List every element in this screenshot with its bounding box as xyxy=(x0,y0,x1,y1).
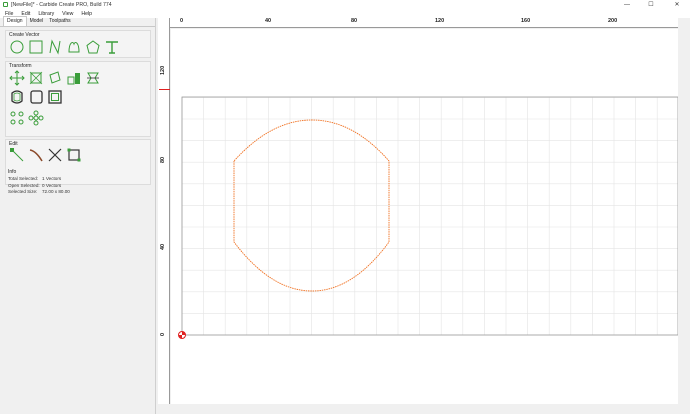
ruler-left-label-120: 120 xyxy=(160,65,166,75)
vertical-scrollbar[interactable] xyxy=(678,18,690,404)
window-title: [NewFile]* - Carbide Create PRO, Build 7… xyxy=(11,1,112,8)
top-ruler: 0 40 80 120 160 200 xyxy=(170,18,678,28)
origin-marker[interactable] xyxy=(178,331,186,339)
curve-tool-button[interactable] xyxy=(66,39,82,55)
circle-tool-button[interactable] xyxy=(9,39,25,55)
design-canvas[interactable] xyxy=(171,29,679,404)
circular-array-button[interactable] xyxy=(28,110,44,126)
join-tool-button[interactable] xyxy=(66,147,82,163)
menu-help[interactable]: Help xyxy=(81,11,92,17)
create-vector-title: Create Vector xyxy=(9,32,40,38)
create-vector-group: Create Vector xyxy=(5,30,151,58)
left-ruler: 120 80 40 0 xyxy=(158,18,170,404)
node-edit-icon xyxy=(10,148,24,162)
ruler-top-label-160: 160 xyxy=(521,18,531,24)
tab-model[interactable]: Model xyxy=(27,17,47,26)
title-bar: [NewFile]* - Carbide Create PRO, Build 7… xyxy=(0,0,690,9)
rotate-icon xyxy=(49,71,61,84)
info-title: Info xyxy=(8,169,17,175)
scale-tool-button[interactable] xyxy=(28,70,44,86)
ruler-left-label-80: 80 xyxy=(160,156,166,163)
node-edit-button[interactable] xyxy=(9,147,25,163)
move-arrows-icon xyxy=(9,70,25,86)
trim-tool-button[interactable] xyxy=(47,147,63,163)
menu-bar: File Edit Library View Help xyxy=(0,9,690,18)
canvas-drawing xyxy=(178,96,679,339)
offset-tool-button[interactable] xyxy=(9,89,25,105)
mirror-tool-button[interactable] xyxy=(85,70,101,86)
minimize-button[interactable]: — xyxy=(618,0,636,9)
ruler-top-label-80: 80 xyxy=(351,18,358,24)
transform-title: Transform xyxy=(9,63,32,69)
join-icon xyxy=(67,148,81,162)
ruler-top-label-120: 120 xyxy=(435,18,445,24)
move-tool-button[interactable] xyxy=(9,70,25,86)
stock-boundary xyxy=(181,96,679,336)
fillet-icon xyxy=(30,90,43,104)
array-tool-button[interactable] xyxy=(9,110,25,126)
text-icon xyxy=(106,41,118,54)
polyline-tool-button[interactable] xyxy=(47,39,63,55)
rotate-tool-button[interactable] xyxy=(47,70,63,86)
align-icon xyxy=(67,73,80,85)
selected-size-row: Selected Size: 72.00 x 80.00 xyxy=(5,189,151,196)
selected-size-label: Selected Size: xyxy=(8,189,38,194)
align-tool-button[interactable] xyxy=(66,70,82,86)
curve-icon xyxy=(68,42,80,53)
close-button[interactable]: ✕ xyxy=(668,0,686,9)
mirror-icon xyxy=(87,72,99,84)
info-group: Info Total Selected: 1 Vectors Open Selec… xyxy=(5,168,151,200)
boolean-tool-button[interactable] xyxy=(47,89,63,105)
grid xyxy=(181,97,678,336)
cursor-position-marker xyxy=(159,89,170,90)
polygon-icon xyxy=(86,40,100,54)
maximize-button[interactable]: ☐ xyxy=(642,0,660,9)
selected-size-value: 72.00 x 80.00 xyxy=(42,189,70,194)
horizontal-scrollbar[interactable] xyxy=(158,404,690,414)
circular-array-icon xyxy=(28,110,44,126)
polyline-icon xyxy=(49,39,61,55)
knife-tool-button[interactable] xyxy=(28,147,44,163)
ruler-left-label-40: 40 xyxy=(160,243,166,250)
array-icon xyxy=(10,111,24,125)
ruler-top-label-200: 200 xyxy=(608,18,618,24)
menu-view[interactable]: View xyxy=(62,11,73,17)
polygon-tool-button[interactable] xyxy=(85,39,101,55)
circle-icon xyxy=(10,40,24,54)
menu-library[interactable]: Library xyxy=(38,11,54,17)
tab-toolpaths[interactable]: Toolpaths xyxy=(46,17,73,26)
rectangle-icon xyxy=(29,40,43,54)
text-tool-button[interactable] xyxy=(104,39,120,55)
transform-group: Transform xyxy=(5,61,151,137)
tab-design[interactable]: Design xyxy=(3,16,27,26)
trim-icon xyxy=(48,148,62,162)
tab-bar: Design Model Toolpaths xyxy=(0,16,155,27)
scale-icon xyxy=(29,71,43,85)
left-panel: Design Model Toolpaths Create Vector Tra… xyxy=(0,16,156,414)
knife-icon xyxy=(29,149,43,162)
ruler-top-label-0: 0 xyxy=(180,18,184,24)
boolean-icon xyxy=(48,90,62,104)
ruler-top-label-40: 40 xyxy=(265,18,272,24)
fillet-tool-button[interactable] xyxy=(28,89,44,105)
ruler-left-label-0: 0 xyxy=(160,332,166,336)
app-icon xyxy=(3,2,8,7)
rectangle-tool-button[interactable] xyxy=(28,39,44,55)
offset-icon xyxy=(11,90,23,104)
